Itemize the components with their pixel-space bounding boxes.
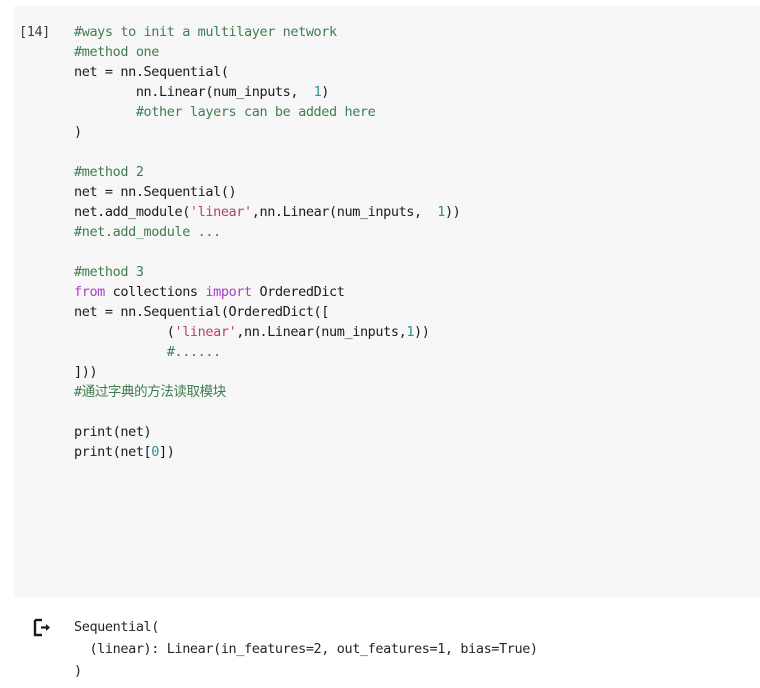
code-token: collections (104, 284, 206, 300)
code-token: from (74, 284, 105, 300)
code-token: 1 (406, 324, 415, 340)
output-line-1: Sequential( (74, 619, 160, 635)
code-line-5: #other layers can be added here (74, 102, 760, 122)
code-token: 'linear' (189, 204, 252, 220)
code-line-10: net.add_module('linear',nn.Linear(num_in… (74, 202, 760, 222)
code-token: net = nn.Sequential() (74, 184, 237, 200)
code-token: print(net[ (74, 444, 152, 460)
execution-count-label: [14] (19, 24, 50, 40)
code-token: #other layers can be added here (74, 104, 376, 120)
code-token: net = nn.Sequential(OrderedDict([ (74, 304, 330, 320)
code-line-16: ('linear',nn.Linear(num_inputs,1)) (74, 322, 760, 342)
code-line-14: from collections import OrderedDict (74, 282, 760, 302)
code-editor[interactable]: #ways to init a multilayer network #metho… (74, 22, 760, 462)
code-token: print(net) (74, 424, 152, 440)
code-token: #net.add_module ... (74, 224, 221, 240)
code-line-21: print(net) (74, 422, 760, 442)
notebook-cell-container: [14] #ways to init a multilayer network #… (0, 0, 760, 688)
code-token: #ways to init a multilayer network (74, 24, 337, 40)
code-line-8: #method 2 (74, 162, 760, 182)
code-line-15: net = nn.Sequential(OrderedDict([ (74, 302, 760, 322)
code-token: ) (321, 84, 330, 100)
code-cell[interactable]: [14] #ways to init a multilayer network #… (14, 6, 760, 598)
code-line-9: net = nn.Sequential() (74, 182, 760, 202)
code-token: )) (444, 204, 461, 220)
output-arrow-icon (32, 618, 54, 638)
output-line-3: ) (74, 663, 82, 679)
code-token: #通过字典的方法读取模块 (74, 384, 226, 400)
code-token: ,nn.Linear(num_inputs, (236, 324, 407, 340)
code-token: 1 (437, 204, 445, 220)
cell-output-area: Sequential( (linear): Linear(in_features… (14, 604, 760, 688)
code-line-6: ) (74, 122, 760, 142)
code-token: nn.Linear(num_inputs, (74, 84, 314, 100)
code-token: OrderedDict (251, 284, 345, 300)
code-line-18: ])) (74, 362, 760, 382)
code-line-3: net = nn.Sequential( (74, 62, 760, 82)
code-token: ( (74, 324, 175, 340)
code-token: #...... (74, 344, 222, 360)
code-token: ) (74, 124, 82, 140)
code-line-13: #method 3 (74, 262, 760, 282)
code-token: ,nn.Linear(num_inputs, (251, 204, 438, 220)
code-token: )) (414, 324, 430, 340)
code-token: #method one (74, 44, 160, 60)
output-line-2: (linear): Linear(in_features=2, out_feat… (74, 641, 538, 657)
code-line-2: #method one (74, 42, 760, 62)
code-token: ])) (74, 364, 98, 380)
code-line-11: #net.add_module ... (74, 222, 760, 242)
output-text: Sequential( (linear): Linear(in_features… (74, 616, 760, 682)
code-token: #method 3 (74, 264, 144, 280)
code-token: net.add_module( (74, 204, 190, 220)
code-token: 0 (151, 444, 160, 460)
code-token: #method 2 (74, 164, 144, 180)
code-line-17: #...... (74, 342, 760, 362)
code-token: 'linear' (174, 324, 237, 340)
code-token: net = nn.Sequential( (74, 64, 229, 80)
code-line-19: #通过字典的方法读取模块 (74, 382, 760, 402)
code-token: ]) (159, 444, 175, 460)
code-line-22: print(net[0]) (74, 442, 760, 462)
code-line-4: nn.Linear(num_inputs, 1) (74, 82, 760, 102)
code-token: import (205, 284, 252, 300)
code-line-1: #ways to init a multilayer network (74, 22, 760, 42)
